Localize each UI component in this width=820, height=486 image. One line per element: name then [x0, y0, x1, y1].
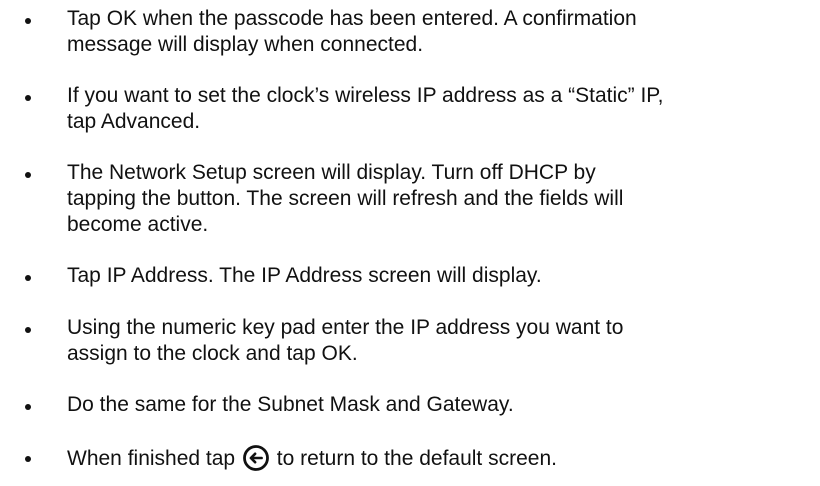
bullet-point: [25, 275, 31, 281]
bullet-point: [25, 18, 31, 24]
list-item-text: Do the same for the Subnet Mask and Gate…: [67, 392, 807, 418]
text-line: become active.: [67, 213, 209, 236]
text-line: assign to the clock and tap OK.: [67, 342, 358, 365]
text-line: Tap OK when the passcode has been entere…: [67, 7, 637, 30]
text-line: The Network Setup screen will display. T…: [67, 161, 596, 184]
text-line: tap Advanced.: [67, 110, 201, 133]
text-line: Tap IP Address. The IP Address screen wi…: [67, 264, 542, 287]
list-item-text: Using the numeric key pad enter the IP a…: [67, 315, 807, 367]
bullet-point: [25, 404, 31, 410]
text-after-icon: to return to the default screen.: [276, 447, 557, 470]
instruction-document: Tap OK when the passcode has been entere…: [0, 0, 820, 486]
list-item-text: The Network Setup screen will display. T…: [67, 160, 807, 238]
text-line: Do the same for the Subnet Mask and Gate…: [67, 393, 514, 416]
text-line: When finished tap to return to the defau…: [67, 444, 807, 472]
text-line: Using the numeric key pad enter the IP a…: [67, 316, 624, 339]
text-line: message will display when connected.: [67, 33, 424, 56]
text-before-icon: When finished tap: [67, 447, 236, 470]
list-item-text: Tap IP Address. The IP Address screen wi…: [67, 263, 807, 289]
bullet-point: [25, 172, 31, 178]
bullet-point: [25, 327, 31, 333]
bullet-point: [25, 456, 31, 462]
list-item-text: If you want to set the clock’s wireless …: [67, 83, 807, 135]
text-line: tapping the button. The screen will refr…: [67, 187, 624, 210]
bullet-point: [25, 95, 31, 101]
back-arrow-circle-icon: [243, 445, 269, 471]
list-item-text: Tap OK when the passcode has been entere…: [67, 6, 807, 58]
text-line: If you want to set the clock’s wireless …: [67, 84, 664, 107]
list-item-text: When finished tap to return to the defau…: [67, 444, 807, 472]
